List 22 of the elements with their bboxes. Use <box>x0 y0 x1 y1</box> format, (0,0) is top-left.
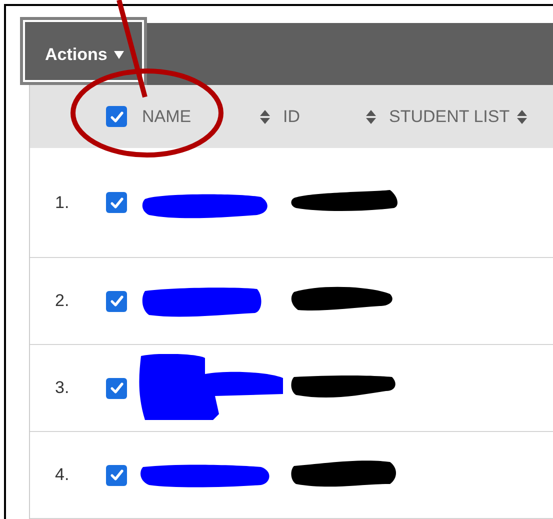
row-number: 3. <box>55 377 70 400</box>
caret-icon <box>114 51 124 59</box>
sort-icon[interactable] <box>516 108 528 124</box>
checkbox[interactable] <box>106 192 127 213</box>
sort-icon[interactable] <box>259 108 271 124</box>
column-header[interactable]: ID <box>283 104 365 130</box>
checkbox[interactable] <box>106 378 127 398</box>
checkbox[interactable] <box>106 106 127 127</box>
actions-button[interactable]: Actions <box>20 17 147 85</box>
row-number: 1. <box>55 192 70 214</box>
check-icon <box>110 196 124 208</box>
sort-icon[interactable] <box>365 108 377 124</box>
check-icon <box>110 382 124 394</box>
check-icon <box>110 295 124 307</box>
column-header[interactable]: NAME <box>142 104 259 130</box>
column-header[interactable]: STUDENT LIST <box>389 104 510 130</box>
row-number: 2. <box>55 290 70 312</box>
checkbox[interactable] <box>106 290 127 312</box>
check-icon <box>110 110 124 122</box>
checkbox[interactable] <box>106 464 127 486</box>
check-icon <box>110 469 124 481</box>
row-number: 4. <box>55 464 70 486</box>
